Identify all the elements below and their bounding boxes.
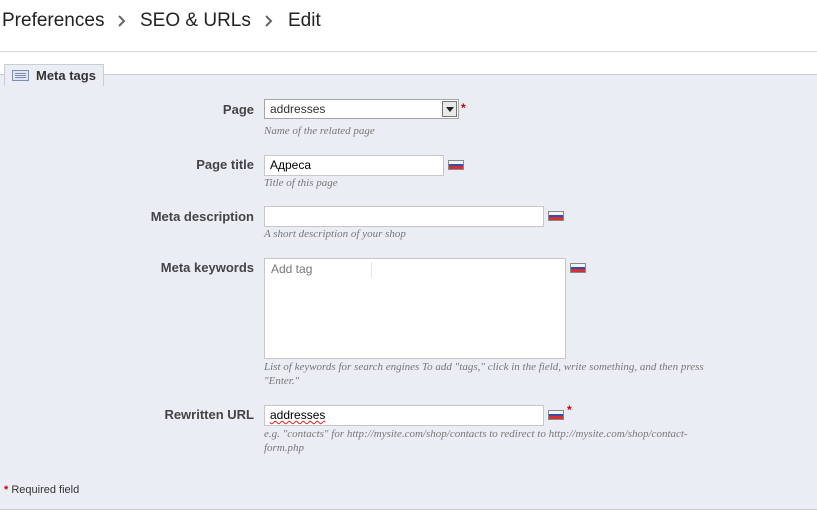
required-marker: * [567,403,572,417]
meta-keywords-tag-box[interactable]: Add tag [264,258,566,359]
rewritten-url-hint: e.g. "contacts" for http://mysite.com/sh… [264,427,784,455]
chevron-right-icon [264,12,274,30]
russian-flag-icon[interactable] [570,263,586,273]
add-tag-input[interactable]: Add tag [268,262,372,278]
required-marker: * [461,101,466,115]
russian-flag-icon[interactable] [448,160,464,170]
breadcrumb: Preferences SEO & URLs Edit [0,0,817,52]
required-field-note: * Required field [4,484,79,496]
rewritten-url-input[interactable]: addresses [264,405,544,426]
panel-legend: Meta tags [4,64,104,86]
page-select[interactable]: addresses [264,99,459,119]
page-label: Page [222,102,254,117]
rewritten-url-hint-line2: form.php [264,442,305,454]
rewritten-url-hint-line1: e.g. "contacts" for http://mysite.com/sh… [264,428,688,440]
russian-flag-icon[interactable] [548,410,564,420]
rewritten-url-label: Rewritten URL [164,407,254,422]
page-hint: Name of the related page [264,125,375,137]
page-title-input[interactable]: Адреса [264,155,444,176]
page-select-value: addresses [270,102,326,116]
breadcrumb-item-edit: Edit [288,10,321,31]
keyboard-icon [12,70,29,81]
page-title-label: Page title [196,157,254,172]
meta-description-input[interactable] [264,206,544,227]
required-star: * [4,484,9,496]
page-title-hint: Title of this page [264,177,338,189]
required-field-text: Required field [11,484,80,496]
meta-keywords-hint: List of keywords for search engines To a… [264,360,784,388]
breadcrumb-item-preferences[interactable]: Preferences [2,10,104,32]
meta-keywords-hint-line1: List of keywords for search engines To a… [264,361,704,373]
chevron-down-icon[interactable] [442,101,457,117]
russian-flag-icon[interactable] [548,211,564,221]
meta-keywords-hint-line2: "Enter." [264,375,300,387]
meta-keywords-label: Meta keywords [160,260,254,275]
panel-legend-label: Meta tags [36,68,96,83]
chevron-right-icon [117,12,127,30]
meta-description-label: Meta description [150,209,254,224]
breadcrumb-item-seo-urls[interactable]: SEO & URLs [140,10,251,32]
meta-description-hint: A short description of your shop [264,228,406,240]
rewritten-url-value: addresses [270,408,326,422]
